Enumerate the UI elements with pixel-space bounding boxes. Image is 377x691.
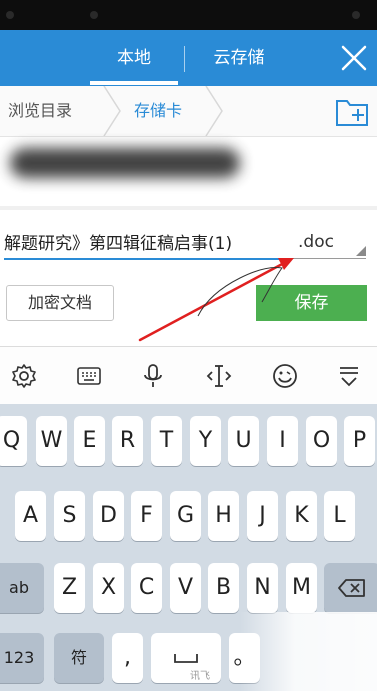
- breadcrumb: 浏览目录 存储卡: [0, 86, 377, 137]
- key-n[interactable]: N: [247, 563, 278, 613]
- keyboard-toolbar: [0, 346, 377, 405]
- extension-underline: [292, 258, 366, 259]
- key-symbols[interactable]: 符: [54, 633, 104, 683]
- key-j[interactable]: J: [247, 491, 278, 541]
- active-tab-indicator: [90, 81, 178, 85]
- redacted-content: [10, 148, 240, 178]
- status-bar: [0, 0, 377, 30]
- keyboard-brand-label: 讯飞: [190, 671, 210, 682]
- key-comma[interactable]: ,: [112, 633, 143, 683]
- watermark-overlay: [240, 612, 377, 691]
- encrypt-document-button[interactable]: 加密文档: [6, 285, 114, 321]
- key-l[interactable]: L: [324, 491, 355, 541]
- key-f[interactable]: F: [131, 491, 162, 541]
- key-q[interactable]: Q: [0, 416, 27, 466]
- key-z[interactable]: Z: [54, 563, 85, 613]
- key-s[interactable]: S: [54, 491, 85, 541]
- tab-divider: [184, 46, 185, 72]
- microphone-icon[interactable]: [140, 363, 166, 389]
- key-x[interactable]: X: [93, 563, 124, 613]
- key-a[interactable]: A: [15, 491, 46, 541]
- new-folder-icon[interactable]: [334, 94, 370, 128]
- status-indicator-icon: [352, 11, 360, 19]
- filename-input-underline: [4, 258, 289, 260]
- key-t[interactable]: T: [151, 416, 182, 466]
- tab-local[interactable]: 本地: [90, 30, 178, 86]
- key-r[interactable]: R: [112, 416, 143, 466]
- backspace-icon: [338, 579, 365, 597]
- dropdown-caret-icon[interactable]: [356, 246, 366, 256]
- key-d[interactable]: D: [93, 491, 124, 541]
- key-o[interactable]: O: [306, 416, 337, 466]
- key-backspace[interactable]: [324, 563, 377, 613]
- save-button[interactable]: 保存: [256, 285, 367, 321]
- key-k[interactable]: K: [286, 491, 317, 541]
- row-divider: [0, 206, 377, 210]
- status-indicator-icon: [90, 11, 98, 19]
- filename-input[interactable]: 解题研究》第四辑征稿启事(1): [4, 232, 289, 256]
- keyboard-icon[interactable]: [76, 363, 102, 389]
- key-h[interactable]: H: [208, 491, 239, 541]
- file-extension-select[interactable]: .doc: [298, 230, 334, 254]
- key-p[interactable]: P: [344, 416, 375, 466]
- key-space[interactable]: [151, 633, 221, 683]
- breadcrumb-storage-card[interactable]: 存储卡: [134, 86, 182, 136]
- space-icon: [174, 654, 198, 663]
- cursor-icon[interactable]: [206, 363, 232, 389]
- breadcrumb-separator-icon: [205, 86, 223, 136]
- key-y[interactable]: Y: [190, 416, 221, 466]
- key-v[interactable]: V: [170, 563, 201, 613]
- gear-icon[interactable]: [11, 363, 37, 389]
- breadcrumb-browse-directory[interactable]: 浏览目录: [8, 86, 72, 136]
- key-i[interactable]: I: [267, 416, 298, 466]
- save-dialog-screen: 本地 云存储 浏览目录 存储卡 解题研究》第四辑征稿启事(1) .doc 加密文…: [0, 0, 377, 691]
- emoji-icon[interactable]: [272, 363, 298, 389]
- key-w[interactable]: W: [36, 416, 67, 466]
- header-bar: 本地 云存储: [0, 30, 377, 86]
- status-indicator-icon: [6, 11, 14, 19]
- key-m[interactable]: M: [286, 563, 317, 613]
- key-u[interactable]: U: [228, 416, 259, 466]
- key-case-toggle[interactable]: ab: [0, 563, 44, 613]
- breadcrumb-separator-icon: [103, 86, 121, 136]
- key-numbers[interactable]: 123: [0, 633, 44, 683]
- key-c[interactable]: C: [131, 563, 162, 613]
- key-b[interactable]: B: [208, 563, 239, 613]
- key-g[interactable]: G: [170, 491, 201, 541]
- tab-cloud-storage[interactable]: 云存储: [190, 30, 288, 86]
- key-e[interactable]: E: [74, 416, 105, 466]
- close-icon[interactable]: [338, 42, 370, 74]
- hide-keyboard-icon[interactable]: [336, 363, 362, 389]
